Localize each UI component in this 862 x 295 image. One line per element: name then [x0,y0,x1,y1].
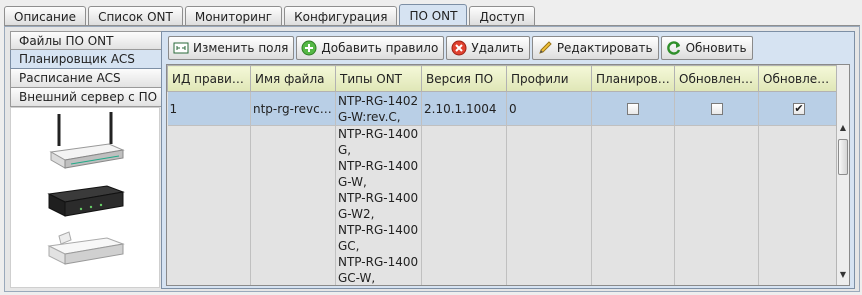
edit-button[interactable]: Редактировать [531,36,659,60]
add-rule-button[interactable]: Добавить правило [296,36,445,60]
left-tab-firmware-files[interactable]: Файлы ПО ONT [10,31,162,50]
tab-ont-firmware[interactable]: ПО ONT [399,4,468,26]
column-header-update-1[interactable]: Обновлени... [674,65,759,92]
left-tab-acs-scheduler[interactable]: Планировщик ACS [10,50,162,69]
column-header-firmware-version[interactable]: Версия ПО [421,65,507,92]
router-white-antenna-image [49,112,125,169]
cell-scheduler [591,125,675,285]
tab-ont-list[interactable]: Список ONT [88,6,183,26]
tab-description[interactable]: Описание [4,6,87,26]
update-1-checkbox[interactable] [710,102,723,115]
tab-access[interactable]: Доступ [469,6,535,26]
cell-update-2: ✔ [758,91,840,126]
cell-ont-types: NTP-RG-1402 G-W:rev.C, [335,91,422,126]
cell-rule-id [167,125,251,285]
router-white-flat-image [47,231,125,265]
delete-button[interactable]: Удалить [446,36,530,60]
cell-update-1 [674,125,759,285]
scroll-up-icon[interactable]: ▲ [837,121,849,134]
edit-label: Редактировать [556,41,653,55]
device-images [10,107,160,288]
delete-label: Удалить [471,41,524,55]
cell-file-name [250,125,336,285]
router-black-image [47,185,125,217]
scheduler-checkbox[interactable] [627,102,639,115]
column-header-scheduler[interactable]: Планировщ... [591,65,675,92]
tab-monitoring[interactable]: Мониторинг [184,6,283,26]
tab-configuration[interactable]: Конфигурация [284,6,398,26]
column-header-profiles[interactable]: Профили [506,65,592,92]
cell-profiles: 0 [506,91,592,126]
column-header-rule-id[interactable]: ИД правила [167,65,251,92]
columns-icon [173,40,189,56]
cell-file-name: ntp-rg-revc-r... [250,91,336,126]
edit-fields-button[interactable]: Изменить поля [168,36,295,60]
refresh-icon [666,40,682,56]
add-icon [301,40,317,56]
left-tab-list: Файлы ПО ONT Планировщик ACS Расписание … [10,31,162,107]
column-header-update-2[interactable]: Обновлени... [758,65,840,92]
delete-icon [451,40,467,56]
scroll-down-icon[interactable]: ▼ [837,268,849,281]
cell-rule-id: 1 [167,91,251,126]
left-tab-acs-schedule[interactable]: Расписание ACS [10,69,162,88]
column-header-file-name[interactable]: Имя файла [250,65,336,92]
cell-update-2 [758,125,840,285]
main-panel: Файлы ПО ONT Планировщик ACS Расписание … [4,26,860,292]
toolbar: Изменить поля Добавить правило Удалить Р… [168,36,755,62]
refresh-button[interactable]: Обновить [660,36,753,60]
cell-update-1 [674,91,759,126]
cell-scheduler [591,91,675,126]
table-row[interactable]: 1 ntp-rg-revc-r... NTP-RG-1402 G-W:rev.C… [167,91,840,126]
cell-firmware-version: 2.10.1.1004 [421,91,507,126]
update-2-checkbox[interactable]: ✔ [793,102,805,115]
edit-fields-label: Изменить поля [193,41,289,55]
pencil-icon [537,40,553,56]
column-header-ont-types[interactable]: Типы ONT [335,65,422,92]
top-tab-bar: Описание Список ONT Мониторинг Конфигура… [4,4,860,26]
vertical-scrollbar[interactable]: ▲ ▼ [836,65,849,285]
refresh-label: Обновить [685,41,747,55]
table-row[interactable]: NTP-RG-1400 G, NTP-RG-1400 G-W, NTP-RG-1… [167,125,840,285]
left-tab-external-server[interactable]: Внешний сервер с ПО [10,88,162,107]
scroll-thumb[interactable] [838,139,848,175]
cell-firmware-version [421,125,507,285]
cell-ont-types: NTP-RG-1400 G, NTP-RG-1400 G-W, NTP-RG-1… [335,125,422,285]
table-header-row: ИД правила Имя файла Типы ONT Версия ПО … [167,65,840,92]
scheduler-content: Изменить поля Добавить правило Удалить Р… [161,31,855,289]
cell-profiles [506,125,592,285]
rules-table: ИД правила Имя файла Типы ONT Версия ПО … [166,64,850,286]
add-rule-label: Добавить правило [321,41,439,55]
